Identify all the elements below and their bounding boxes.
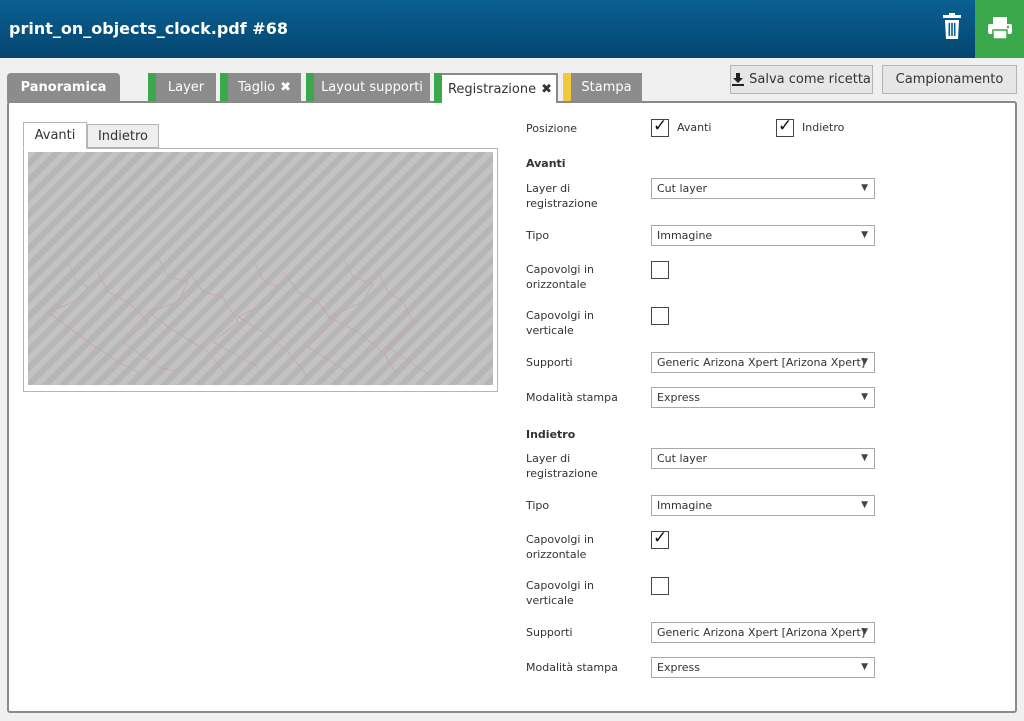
sampling-button[interactable]: Campionamento — [882, 65, 1017, 94]
front-flip-v-label: Capovolgi in verticale — [526, 309, 594, 337]
back-media-label: Supporti — [526, 626, 573, 639]
position-back-checkbox[interactable]: ✓ — [776, 116, 794, 137]
back-media-select[interactable]: Generic Arizona Xpert [Arizona Xpert] ▼ — [651, 622, 875, 643]
chevron-down-icon: ▼ — [861, 183, 868, 193]
front-media-label: Supporti — [526, 356, 573, 369]
back-layer-select[interactable]: Cut layer ▼ — [651, 448, 875, 469]
front-flip-h-label: Capovolgi in orizzontale — [526, 263, 594, 291]
check-icon: ✓ — [653, 528, 668, 548]
front-layer-label: Layer di registrazione — [526, 182, 598, 210]
back-mode-label: Modalità stampa — [526, 661, 618, 674]
preview-canvas — [28, 152, 493, 385]
chevron-down-icon: ▼ — [861, 392, 868, 402]
position-front-checkbox[interactable]: ✓ — [651, 116, 669, 137]
document-title: print_on_objects_clock.pdf #68 — [9, 19, 288, 38]
position-front-label: Avanti — [677, 121, 712, 134]
tab-label: Panoramica — [20, 80, 107, 95]
chevron-down-icon: ▼ — [861, 662, 868, 672]
tab-label: Layer — [167, 80, 205, 95]
chevron-down-icon: ▼ — [861, 230, 868, 240]
front-flip-v-checkbox[interactable] — [651, 307, 669, 325]
select-value: Express — [657, 391, 700, 404]
back-flip-v-label: Capovolgi in verticale — [526, 579, 594, 607]
position-label: Posizione — [526, 122, 578, 135]
save-as-recipe-button[interactable]: Salva come ricetta — [730, 65, 873, 94]
select-value: Generic Arizona Xpert [Arizona Xpert] — [657, 356, 866, 369]
select-value: Express — [657, 661, 700, 674]
front-media-select[interactable]: Generic Arizona Xpert [Arizona Xpert] ▼ — [651, 352, 875, 373]
back-type-select[interactable]: Immagine ▼ — [651, 495, 875, 516]
print-button[interactable] — [975, 0, 1024, 58]
trash-icon — [943, 13, 961, 39]
back-flip-h-label: Capovolgi in orizzontale — [526, 533, 594, 561]
tab-layer[interactable]: Layer — [148, 73, 216, 102]
close-icon[interactable]: ✖ — [280, 80, 291, 95]
status-stripe — [220, 73, 228, 102]
chevron-down-icon: ▼ — [861, 357, 868, 367]
select-value: Cut layer — [657, 182, 708, 195]
front-mode-label: Modalità stampa — [526, 391, 618, 404]
tab-media-layout[interactable]: Layout supporti — [306, 73, 430, 102]
tab-print[interactable]: Stampa — [563, 73, 642, 102]
tab-registration[interactable]: Registrazione ✖ — [434, 73, 558, 103]
tab-label: Stampa — [581, 80, 632, 95]
front-type-select[interactable]: Immagine ▼ — [651, 225, 875, 246]
back-mode-select[interactable]: Express ▼ — [651, 657, 875, 678]
app-header: print_on_objects_clock.pdf #68 — [0, 0, 1024, 58]
delete-button[interactable] — [936, 11, 968, 43]
preview-tab-back[interactable]: Indietro — [87, 124, 159, 148]
chevron-down-icon: ▼ — [861, 453, 868, 463]
front-mode-select[interactable]: Express ▼ — [651, 387, 875, 408]
back-type-label: Tipo — [526, 499, 550, 512]
select-value: Immagine — [657, 229, 713, 242]
select-value: Cut layer — [657, 452, 708, 465]
tab-overview[interactable]: Panoramica — [7, 73, 120, 102]
tab-label: Registrazione — [447, 81, 537, 97]
check-icon: ✓ — [778, 116, 793, 136]
tab-cut[interactable]: Taglio ✖ — [220, 73, 301, 102]
position-back-label: Indietro — [802, 121, 845, 134]
chevron-down-icon: ▼ — [861, 500, 868, 510]
cut-path-outline — [47, 256, 429, 378]
back-flip-h-checkbox[interactable]: ✓ — [651, 528, 669, 549]
back-layer-label: Layer di registrazione — [526, 452, 598, 480]
chevron-down-icon: ▼ — [861, 627, 868, 637]
status-stripe — [434, 73, 442, 103]
front-flip-h-checkbox[interactable] — [651, 261, 669, 279]
select-value: Generic Arizona Xpert [Arizona Xpert] — [657, 626, 866, 639]
tab-label: Taglio — [237, 80, 276, 95]
select-value: Immagine — [657, 499, 713, 512]
close-icon[interactable]: ✖ — [541, 82, 552, 97]
tab-label: Layout supporti — [321, 80, 423, 95]
status-stripe — [563, 73, 571, 102]
button-label: Salva come ricetta — [749, 72, 871, 87]
status-stripe — [148, 73, 156, 102]
back-flip-v-checkbox[interactable] — [651, 577, 669, 595]
front-type-label: Tipo — [526, 229, 550, 242]
front-layer-select[interactable]: Cut layer ▼ — [651, 178, 875, 199]
button-label: Campionamento — [895, 72, 1004, 87]
printer-icon — [988, 17, 1012, 40]
back-section-title: Indietro — [526, 428, 576, 441]
preview-tab-front[interactable]: Avanti — [23, 122, 87, 149]
download-icon — [732, 73, 745, 86]
check-icon: ✓ — [653, 116, 668, 136]
status-stripe — [306, 73, 314, 102]
front-section-title: Avanti — [526, 157, 566, 170]
